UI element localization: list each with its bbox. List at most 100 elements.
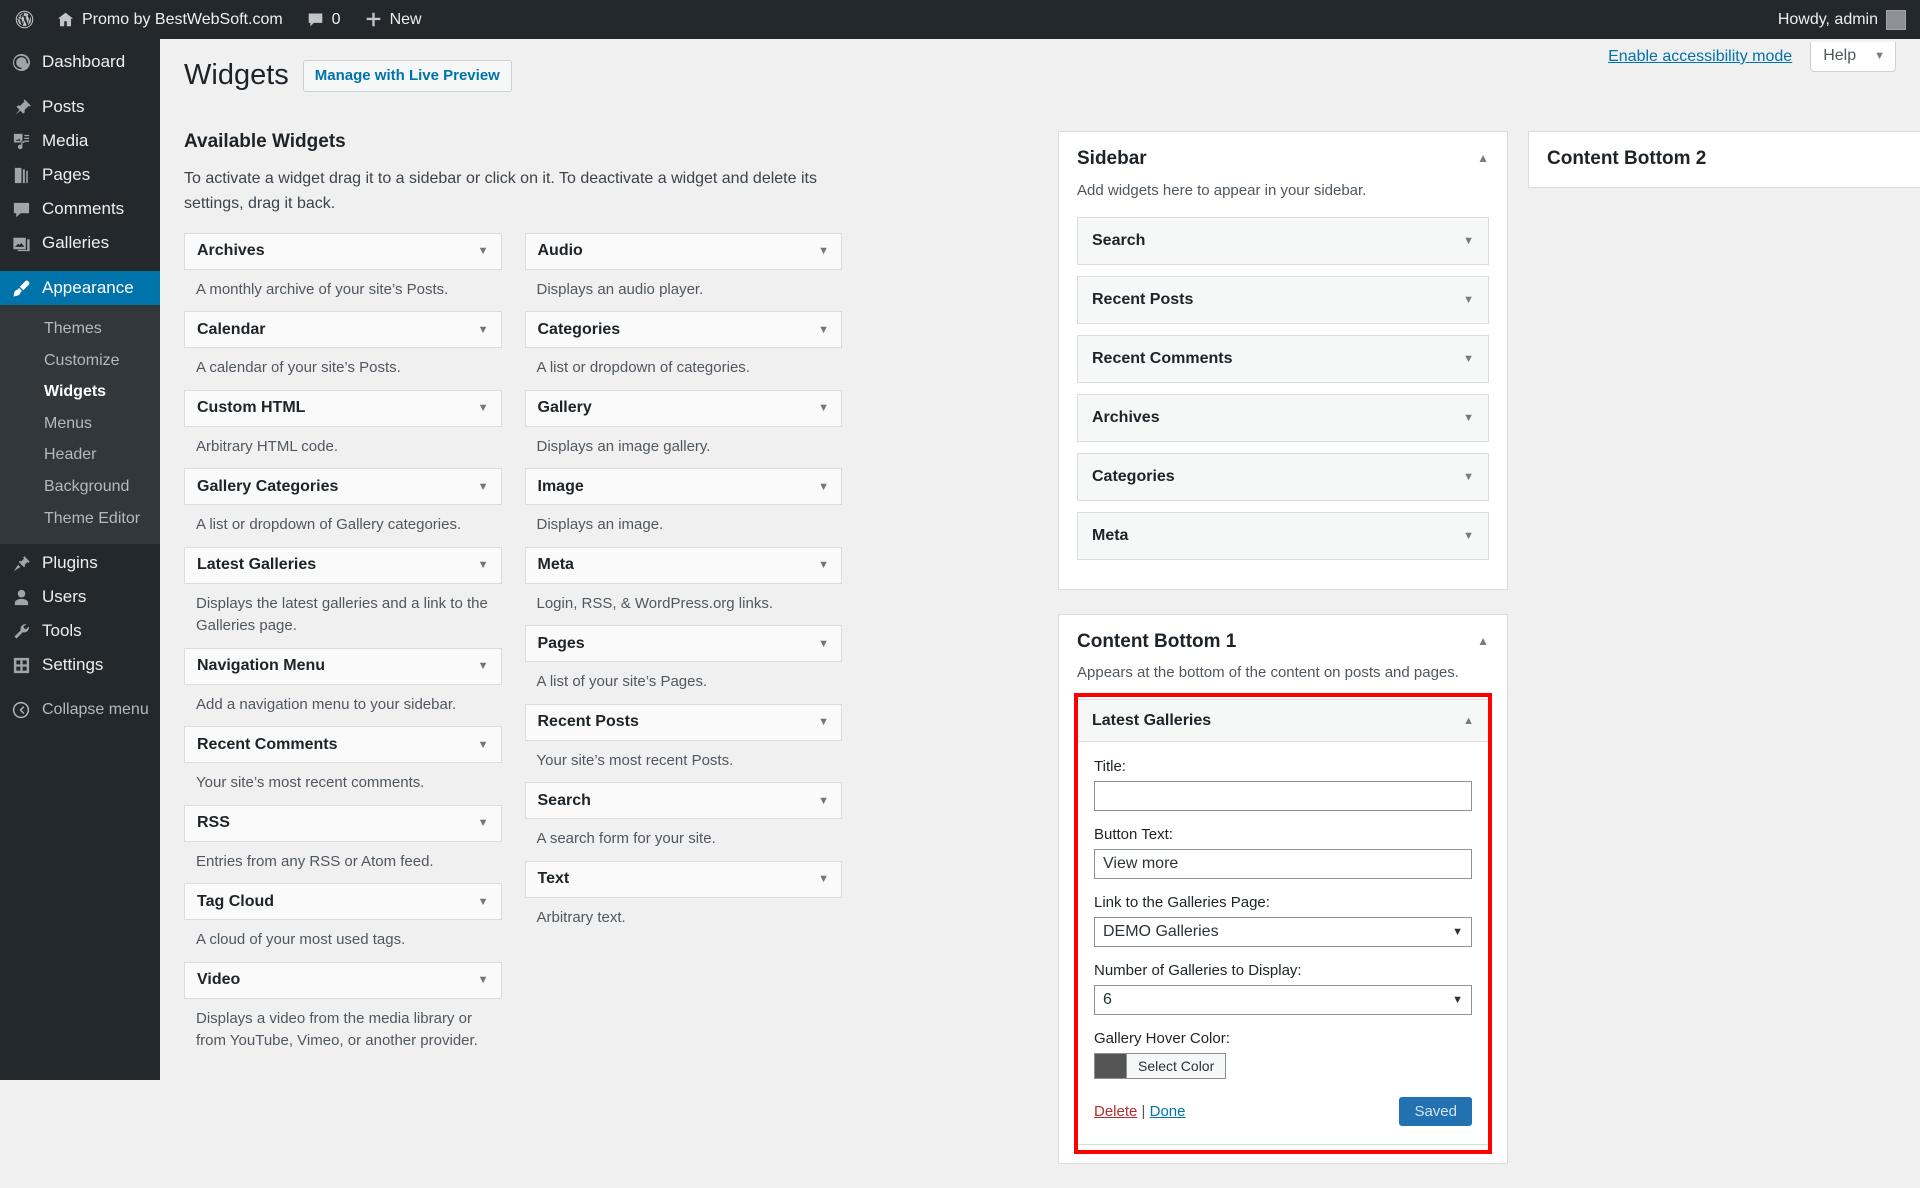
available-widget-header[interactable]: Video▼	[184, 962, 502, 999]
available-widget-header[interactable]: Gallery Categories▼	[184, 468, 502, 505]
chevron-up-icon[interactable]: ▲	[1477, 629, 1489, 648]
sidebar-item-tools[interactable]: Tools	[0, 614, 160, 648]
chevron-down-icon[interactable]: ▼	[818, 324, 829, 336]
assigned-widget-header[interactable]: Categories▼	[1078, 454, 1488, 500]
sidebar-item-dashboard[interactable]: Dashboard	[0, 45, 160, 79]
sidebar-subitem-header[interactable]: Header	[0, 439, 160, 471]
chevron-down-icon[interactable]: ▼	[818, 559, 829, 571]
chevron-down-icon[interactable]: ▼	[1463, 471, 1474, 483]
widget-area-sidebar-header[interactable]: Sidebar ▲	[1077, 146, 1489, 173]
wordpress-logo-icon[interactable]	[0, 0, 45, 39]
chevron-down-icon[interactable]: ▼	[478, 739, 489, 751]
chevron-down-icon[interactable]: ▼	[1463, 235, 1474, 247]
new-content-menu[interactable]: New	[353, 0, 434, 39]
available-widget-description: A list or dropdown of Gallery categories…	[184, 505, 502, 547]
assigned-widget-header[interactable]: Recent Posts▼	[1078, 277, 1488, 323]
galleries-page-select[interactable]: DEMO Galleries ▼	[1094, 917, 1472, 947]
sidebar-subitem-widgets[interactable]: Widgets	[0, 376, 160, 408]
available-widget-header[interactable]: Text▼	[525, 861, 843, 898]
sidebar-item-comments[interactable]: Comments	[0, 192, 160, 226]
chevron-down-icon[interactable]: ▼	[478, 402, 489, 414]
available-widget-header[interactable]: Tag Cloud▼	[184, 883, 502, 920]
chevron-down-icon[interactable]: ▼	[818, 795, 829, 807]
assigned-widget-header[interactable]: Archives▼	[1078, 395, 1488, 441]
widget-area-content-bottom-1-header[interactable]: Content Bottom 1 ▲	[1077, 629, 1489, 656]
available-widget-header[interactable]: Audio▼	[525, 233, 843, 270]
latest-galleries-widget-header[interactable]: Latest Galleries ▲	[1078, 700, 1488, 742]
available-widget-header[interactable]: Calendar▼	[184, 311, 502, 348]
available-widget: Audio▼Displays an audio player.	[525, 233, 843, 312]
number-of-galleries-select[interactable]: 6 ▼	[1094, 985, 1472, 1015]
comments-bubble[interactable]: 0	[295, 0, 353, 39]
manage-with-live-preview-button[interactable]: Manage with Live Preview	[303, 60, 512, 92]
sidebar-item-users[interactable]: Users	[0, 580, 160, 614]
chevron-down-icon[interactable]: ▼	[1463, 530, 1474, 542]
sidebar-subitem-theme-editor[interactable]: Theme Editor	[0, 503, 160, 535]
help-tab-button[interactable]: Help ▼	[1810, 42, 1896, 72]
chevron-up-icon[interactable]: ▲	[1477, 146, 1489, 165]
available-widget-header[interactable]: Gallery▼	[525, 390, 843, 427]
available-widget-header[interactable]: Archives▼	[184, 233, 502, 270]
pages-icon	[11, 166, 31, 185]
save-button[interactable]: Saved	[1399, 1097, 1472, 1126]
avatar[interactable]	[1886, 10, 1906, 30]
chevron-down-icon[interactable]: ▼	[818, 716, 829, 728]
enable-accessibility-mode-link[interactable]: Enable accessibility mode	[1608, 48, 1792, 66]
sidebar-item-appearance[interactable]: Appearance	[0, 271, 160, 305]
available-widget-header[interactable]: RSS▼	[184, 805, 502, 842]
available-widget-header[interactable]: Meta▼	[525, 547, 843, 584]
sidebar-item-pages[interactable]: Pages	[0, 158, 160, 192]
available-widget-header[interactable]: Categories▼	[525, 311, 843, 348]
collapse-menu-button[interactable]: Collapse menu	[0, 693, 160, 727]
sidebar-item-media[interactable]: Media	[0, 124, 160, 158]
chevron-down-icon[interactable]: ▼	[818, 481, 829, 493]
chevron-down-icon[interactable]: ▼	[478, 481, 489, 493]
chevron-down-icon[interactable]: ▼	[818, 873, 829, 885]
delete-link[interactable]: Delete	[1094, 1103, 1137, 1120]
assigned-widget-header[interactable]: Search▼	[1078, 218, 1488, 264]
sidebar-subitem-customize[interactable]: Customize	[0, 345, 160, 377]
site-name-menu[interactable]: Promo by BestWebSoft.com	[45, 0, 295, 39]
chevron-down-icon[interactable]: ▼	[478, 324, 489, 336]
available-widget-description: A search form for your site.	[525, 819, 843, 861]
chevron-down-icon[interactable]: ▼	[1463, 294, 1474, 306]
available-widget-header[interactable]: Image▼	[525, 468, 843, 505]
chevron-down-icon[interactable]: ▼	[1463, 353, 1474, 365]
assigned-widget-header[interactable]: Meta▼	[1078, 513, 1488, 559]
gallery-hover-color-picker[interactable]: Select Color	[1094, 1053, 1472, 1079]
chevron-down-icon[interactable]: ▼	[478, 660, 489, 672]
title-input[interactable]	[1094, 781, 1472, 811]
available-widget-header[interactable]: Navigation Menu▼	[184, 648, 502, 685]
chevron-down-icon[interactable]: ▼	[478, 974, 489, 986]
available-widget-header[interactable]: Custom HTML▼	[184, 390, 502, 427]
assigned-widget-header[interactable]: Recent Comments▼	[1078, 336, 1488, 382]
chevron-down-icon[interactable]: ▼	[818, 638, 829, 650]
available-widget-header[interactable]: Pages▼	[525, 625, 843, 662]
sidebar-subitem-menus[interactable]: Menus	[0, 408, 160, 440]
done-link[interactable]: Done	[1150, 1103, 1186, 1120]
available-widget: Categories▼A list or dropdown of categor…	[525, 311, 843, 390]
available-widget-header[interactable]: Recent Comments▼	[184, 726, 502, 763]
chevron-up-icon[interactable]: ▲	[1463, 715, 1474, 727]
color-swatch[interactable]	[1094, 1053, 1126, 1079]
chevron-down-icon[interactable]: ▼	[478, 896, 489, 908]
sidebar-item-plugins[interactable]: Plugins	[0, 546, 160, 580]
chevron-down-icon[interactable]: ▼	[478, 817, 489, 829]
sidebar-subitem-themes[interactable]: Themes	[0, 313, 160, 345]
widget-area-content-bottom-2-header[interactable]: Content Bottom 2 ▼	[1547, 146, 1920, 173]
chevron-down-icon[interactable]: ▼	[478, 245, 489, 257]
sidebar-item-settings[interactable]: Settings	[0, 648, 160, 682]
sidebar-item-posts[interactable]: Posts	[0, 90, 160, 124]
sidebar-item-galleries[interactable]: Galleries	[0, 226, 160, 260]
chevron-down-icon[interactable]: ▼	[818, 245, 829, 257]
howdy-menu[interactable]: Howdy, admin	[1766, 0, 1878, 39]
available-widget-header[interactable]: Latest Galleries▼	[184, 547, 502, 584]
select-color-button[interactable]: Select Color	[1126, 1053, 1226, 1079]
available-widget-header[interactable]: Search▼	[525, 782, 843, 819]
sidebar-subitem-background[interactable]: Background	[0, 471, 160, 503]
button-text-input[interactable]	[1094, 849, 1472, 879]
chevron-down-icon[interactable]: ▼	[818, 402, 829, 414]
chevron-down-icon[interactable]: ▼	[1463, 412, 1474, 424]
chevron-down-icon[interactable]: ▼	[478, 559, 489, 571]
available-widget-header[interactable]: Recent Posts▼	[525, 704, 843, 741]
